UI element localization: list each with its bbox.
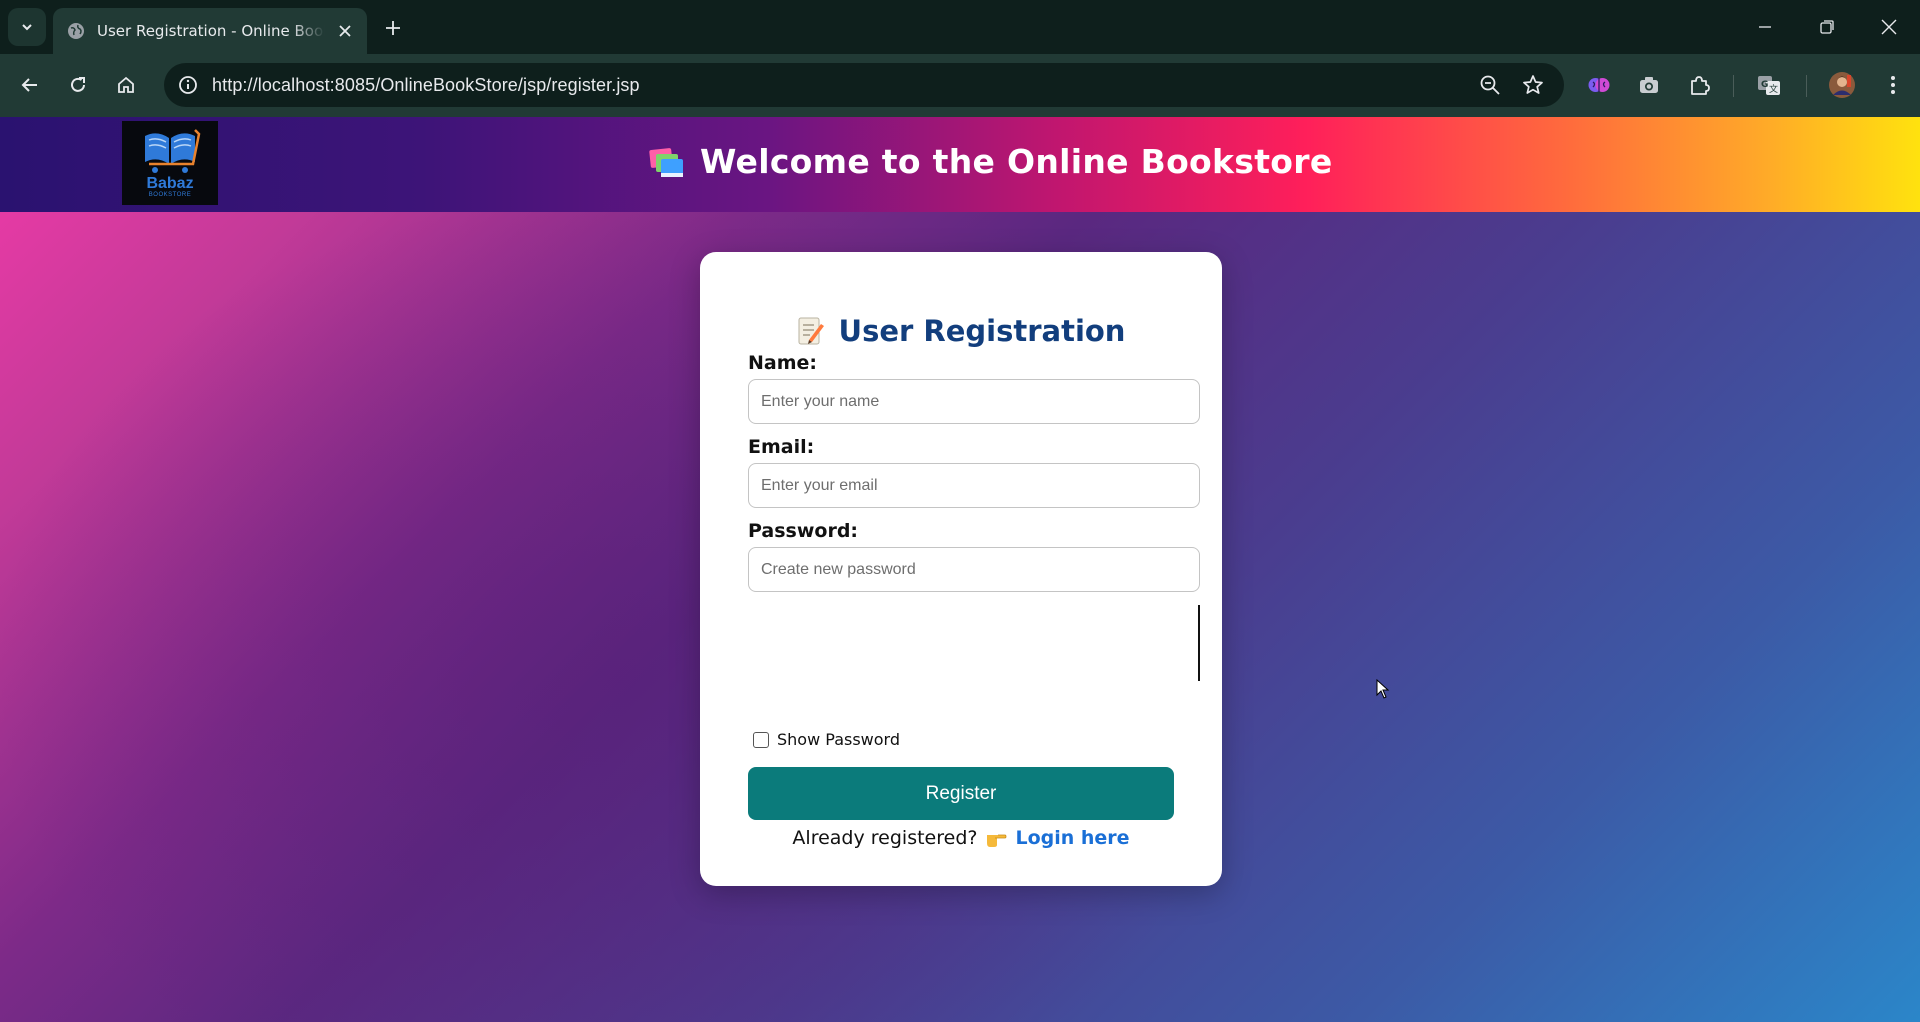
restore-button[interactable] [1804,8,1850,46]
site-logo[interactable]: Babaz BOOKSTORE [122,121,218,205]
browser-tab[interactable]: User Registration - Online Book Store [53,8,367,54]
brain-icon [1588,78,1610,92]
globe-icon [68,23,84,39]
close-icon [1881,19,1897,35]
login-prompt: Already registered? Login here [700,827,1222,849]
register-button[interactable]: Register [748,767,1174,820]
registration-card: User Registration Name: Email: Password:… [700,252,1222,886]
browser-menu-button[interactable] [1876,68,1910,102]
info-icon [179,76,197,94]
already-registered-text: Already registered? [792,827,978,849]
profile-avatar-button[interactable] [1825,68,1859,102]
bookmark-button[interactable] [1519,71,1547,99]
plus-icon [386,21,400,35]
site-header: Babaz BOOKSTORE Welcome to the Online Bo… [0,117,1920,212]
camera-icon [1640,77,1658,93]
reload-button[interactable] [61,68,95,102]
form-title-text: User Registration [838,314,1126,348]
text-caret [1198,605,1200,681]
home-icon [118,76,134,93]
tab-search-button[interactable] [8,8,46,46]
open-book-cart-icon [145,129,201,173]
chevron-down-icon [22,24,32,31]
url-text: http://localhost:8085/OnlineBookStore/js… [212,75,640,95]
pointing-hand-icon [987,834,1007,847]
home-button[interactable] [109,68,143,102]
close-icon [339,25,351,37]
puzzle-icon [1691,76,1710,95]
extension-camera-button[interactable] [1632,68,1666,102]
site-info-button[interactable] [174,71,202,99]
minimize-button[interactable] [1742,8,1788,46]
email-label: Email: [748,436,815,458]
minimize-icon [1759,26,1771,28]
extensions-button[interactable] [1682,68,1716,102]
page-title: Welcome to the Online Bookstore [648,142,1333,181]
toolbar-divider [1806,75,1807,97]
page-viewport: Babaz BOOKSTORE Welcome to the Online Bo… [0,117,1920,1022]
mouse-cursor-icon [1376,679,1390,699]
close-window-button[interactable] [1866,8,1912,46]
name-input[interactable] [748,379,1200,424]
translate-icon: G文 [1758,76,1780,95]
password-input[interactable] [748,547,1200,592]
name-label: Name: [748,352,818,374]
address-bar[interactable]: http://localhost:8085/OnlineBookStore/js… [164,63,1564,107]
svg-text:文: 文 [1769,83,1778,95]
back-button[interactable] [13,68,47,102]
restore-icon [1820,20,1834,34]
password-label: Password: [748,520,859,542]
zoom-out-icon [1480,75,1500,95]
header-title-text: Welcome to the Online Bookstore [700,142,1333,181]
show-password-checkbox[interactable] [753,732,769,748]
toolbar-divider [1733,75,1734,97]
zoom-button[interactable] [1476,71,1504,99]
reload-icon [71,77,85,92]
star-icon [1523,75,1543,94]
translate-button[interactable]: G文 [1752,68,1786,102]
browser-tab-strip: User Registration - Online Book Store [0,0,1920,54]
svg-text:G: G [1761,80,1768,90]
new-tab-button[interactable] [378,13,408,43]
books-icon [649,147,683,177]
more-vertical-icon [1891,76,1895,94]
extension-brain-button[interactable] [1582,68,1616,102]
show-password-label[interactable]: Show Password [777,730,900,749]
email-input[interactable] [748,463,1200,508]
form-title: User Registration [700,314,1222,348]
login-link[interactable]: Login here [1015,827,1129,849]
tab-close-button[interactable] [335,21,355,41]
logo-tagline: BOOKSTORE [148,192,192,198]
browser-toolbar: http://localhost:8085/OnlineBookStore/js… [0,54,1920,117]
arrow-left-icon [21,78,37,92]
logo-name: Babaz [146,175,194,192]
memo-icon [798,317,824,345]
avatar-icon [1829,72,1855,98]
tab-title: User Registration - Online Book Store [97,22,325,40]
